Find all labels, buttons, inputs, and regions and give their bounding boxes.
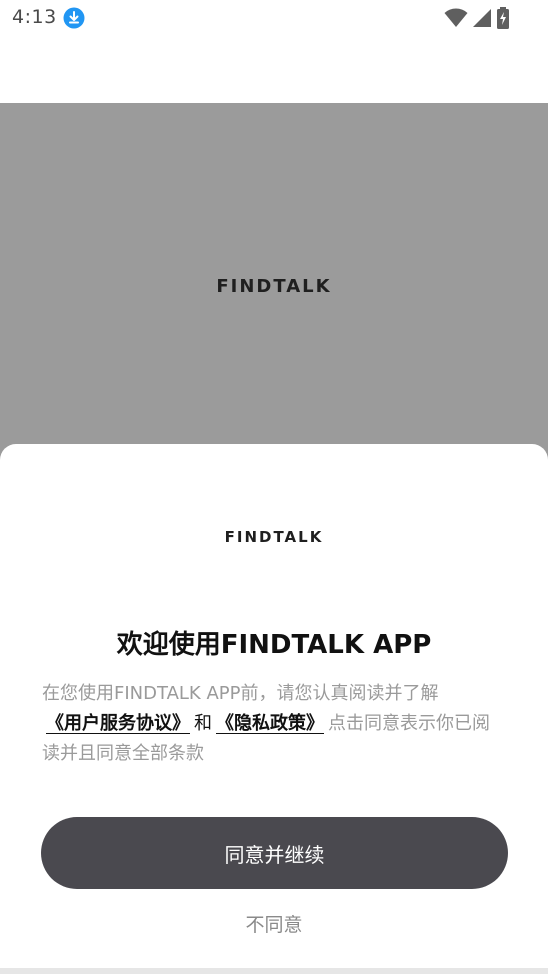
navigation-bar [0,968,548,974]
sheet-logo: FINDTALK [224,528,324,546]
sheet-description: 在您使用FINDTALK APP前，请您认真阅读并了解 《用户服务协议》和《隐私… [42,679,506,769]
privacy-policy-link[interactable]: 《隐私政策》 [216,713,324,734]
status-right-icons [444,7,510,29]
battery-charging-icon [497,7,509,29]
wifi-icon [444,8,468,27]
sheet-title: 欢迎使用FINDTALK APP [116,630,432,660]
description-intro: 在您使用FINDTALK APP前，请您认真阅读并了解 [42,683,439,704]
status-time: 4:13 [12,6,57,28]
privacy-consent-sheet: FINDTALK 欢迎使用FINDTALK APP 在您使用FINDTALK A… [0,444,548,968]
agree-continue-button[interactable]: 同意并继续 [41,817,508,889]
splash-background: FINDTALK [0,103,548,483]
decline-button[interactable]: 不同意 [0,910,548,937]
download-circle-icon [63,7,85,29]
status-bar: 4:13 [0,0,548,36]
screen: 4:13 FINDTALK FINDTALK 欢迎使用FINDTALK APP [0,0,548,974]
splash-logo: FINDTALK [216,276,332,297]
description-conjunction: 和 [194,713,212,734]
user-agreement-link[interactable]: 《用户服务协议》 [46,713,190,734]
cell-signal-icon [473,9,491,27]
